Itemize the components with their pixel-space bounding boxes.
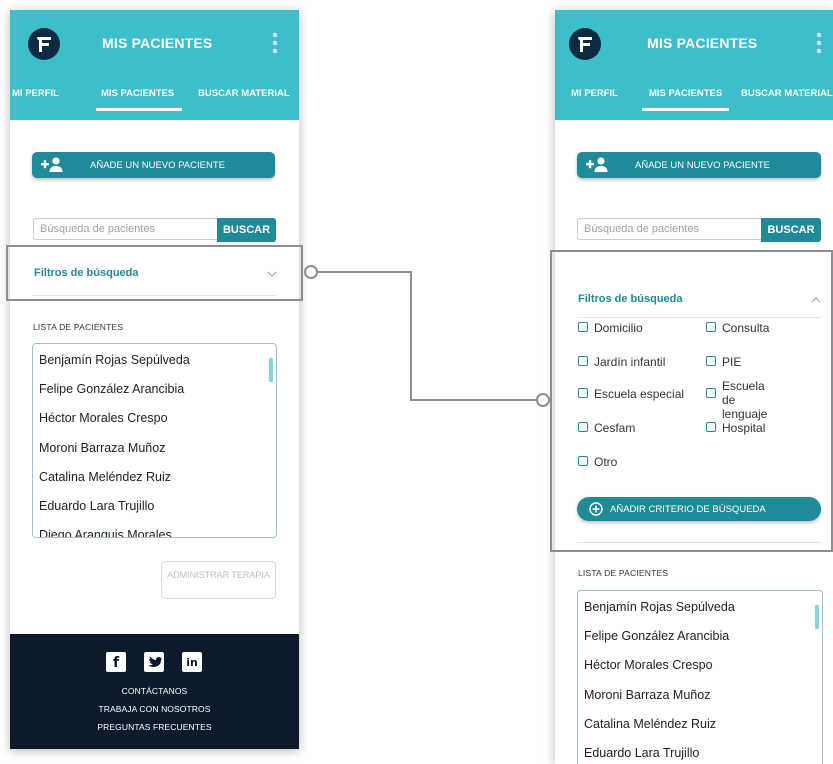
callout-connector <box>304 265 550 407</box>
